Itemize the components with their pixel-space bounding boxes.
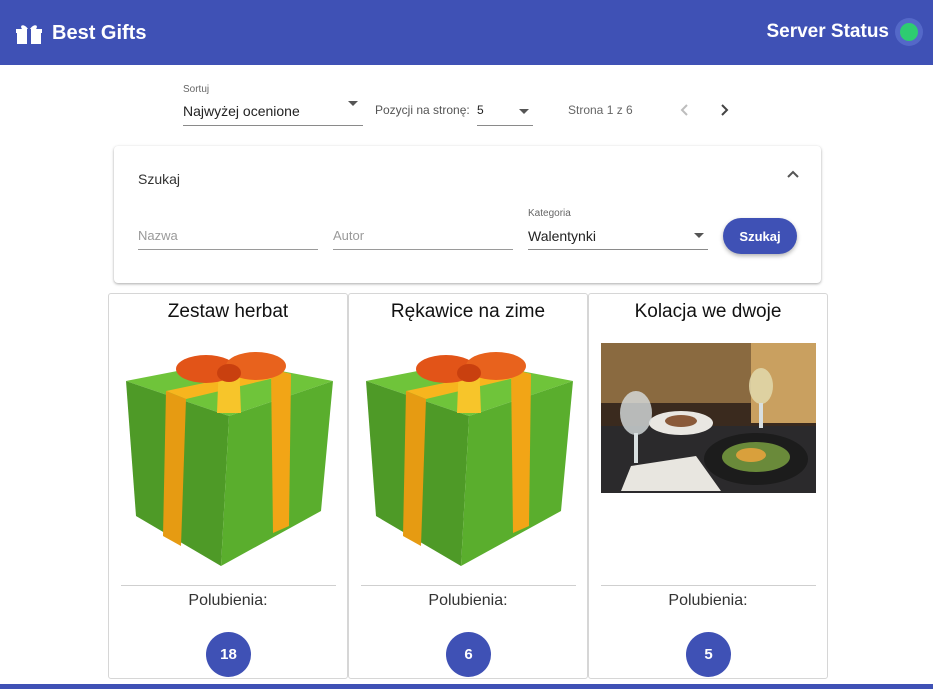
gift-list: Zestaw herbat Polubienia: 18 Rękawice na… <box>108 293 828 679</box>
chevron-up-icon[interactable] <box>786 168 800 182</box>
name-input[interactable] <box>138 224 318 243</box>
likes-label: Polubienia: <box>428 592 508 609</box>
app-title: Best Gifts <box>52 22 147 44</box>
divider <box>121 585 336 586</box>
author-field[interactable] <box>333 224 513 250</box>
sort-value: Najwyżej ocenione <box>183 103 300 119</box>
footer-bar <box>0 684 933 689</box>
list-toolbar: Sortuj Najwyżej ocenione Pozycji na stro… <box>183 84 743 128</box>
app-bar: Best Gifts Server Status <box>0 0 933 65</box>
gift-box-image <box>366 352 573 566</box>
per-page-label: Pozycji na stronę: <box>375 103 470 117</box>
author-input[interactable] <box>333 224 513 243</box>
chevron-down-icon <box>348 101 358 106</box>
chevron-down-icon <box>519 109 529 114</box>
gift-title: Zestaw herbat <box>167 301 289 322</box>
gift-icon <box>16 24 42 44</box>
gift-card[interactable]: Kolacja we dwoje Polubienia: 5 <box>588 293 828 679</box>
dinner-photo <box>601 343 816 493</box>
server-status-label: Server Status <box>766 21 889 42</box>
gift-title: Rękawice na zime <box>390 301 546 322</box>
server-status: Server Status <box>766 18 923 46</box>
search-panel: Szukaj Kategoria Walentynki Szukaj <box>114 146 821 283</box>
search-button[interactable]: Szukaj <box>723 218 797 254</box>
name-field[interactable] <box>138 224 318 250</box>
sort-caption: Sortuj <box>183 84 210 95</box>
likes-count: 18 <box>206 632 251 677</box>
brand[interactable]: Best Gifts <box>16 22 146 45</box>
page-info: Strona 1 z 6 <box>568 103 633 117</box>
chevron-down-icon <box>694 233 704 238</box>
divider <box>361 585 576 586</box>
per-page-value: 5 <box>477 103 484 117</box>
server-status-indicator <box>895 18 923 46</box>
gift-title: Kolacja we dwoje <box>634 301 782 322</box>
sort-select[interactable]: Sortuj Najwyżej ocenione <box>183 84 363 126</box>
search-panel-title: Szukaj <box>138 171 181 187</box>
gift-card[interactable]: Rękawice na zime Polubienia: 6 <box>348 293 588 679</box>
prev-page-button[interactable] <box>673 98 697 122</box>
next-page-button[interactable] <box>712 98 736 122</box>
likes-count: 5 <box>686 632 731 677</box>
divider <box>601 585 816 586</box>
likes-count: 6 <box>446 632 491 677</box>
category-select[interactable]: Kategoria Walentynki <box>528 208 708 250</box>
per-page-select[interactable]: 5 <box>477 100 533 126</box>
category-caption: Kategoria <box>528 208 571 219</box>
likes-label: Polubienia: <box>188 592 268 609</box>
category-value: Walentynki <box>528 228 596 244</box>
gift-box-image <box>126 352 333 566</box>
chevron-left-icon <box>680 104 688 116</box>
likes-label: Polubienia: <box>668 592 748 609</box>
chevron-right-icon <box>721 104 729 116</box>
gift-card[interactable]: Zestaw herbat Polubienia: 18 <box>108 293 348 679</box>
